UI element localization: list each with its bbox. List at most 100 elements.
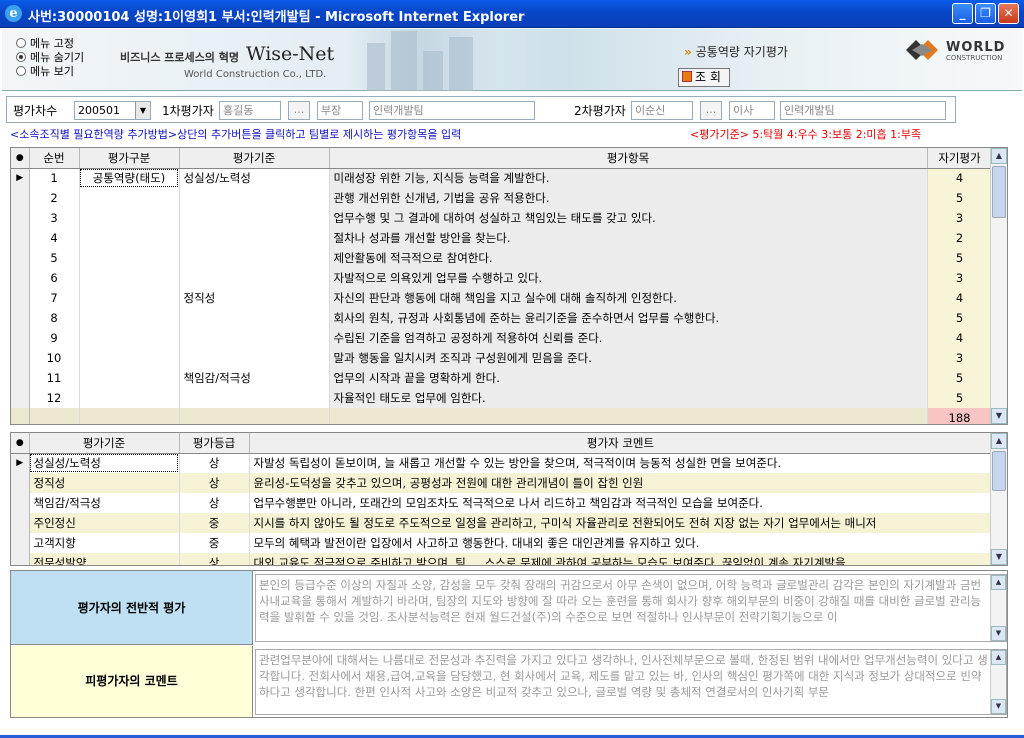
table-row[interactable]: ▶ 1 공통역량(태도) 성실성/노력성 미래성장 위한 기능, 지식등 능력을 계발한… — [11, 168, 993, 188]
cell-score[interactable]: 2 — [927, 228, 993, 248]
scroll-up-icon[interactable]: ▲ — [991, 433, 1007, 449]
cell-type[interactable] — [79, 288, 180, 308]
table-row[interactable]: 11 책임감/적극성 업무의 시작과 끝을 명확하게 한다. 5 — [11, 368, 993, 388]
cell-criterion[interactable] — [179, 388, 330, 408]
cell-item[interactable]: 회사의 원칙, 규정과 사회통념에 준하는 윤리기준을 준수하면서 업무를 수행… — [329, 308, 928, 328]
cell-comment[interactable]: 대외 교육도 적극적으로 준비하고 받으며, 팀 … 스스로 문제에 관하여 공… — [249, 553, 993, 565]
table-row[interactable]: 책임감/적극성 상 업무수행뿐만 아니라, 또래간의 모임조차도 적극적으로 나서 … — [11, 493, 993, 513]
cell-type[interactable] — [79, 328, 180, 348]
cell-score[interactable]: 3 — [927, 268, 993, 288]
cell-no[interactable]: 2 — [29, 188, 80, 208]
scroll-down-icon[interactable]: ▼ — [991, 408, 1007, 424]
cell-item[interactable]: 절차나 성과를 개선할 방안을 찾는다. — [329, 228, 928, 248]
cell-type[interactable] — [79, 368, 180, 388]
scroll-down-icon[interactable]: ▼ — [991, 699, 1006, 714]
cell-item[interactable]: 미래성장 위한 기능, 지식등 능력을 계발한다. — [329, 168, 928, 188]
table-row[interactable]: 8 회사의 원칙, 규정과 사회통념에 준하는 윤리기준을 준수하면서 업무를 수… — [11, 308, 993, 328]
table-row[interactable]: 3 업무수행 및 그 결과에 대하여 성실하고 책임있는 태도를 갖고 있다. 3 — [11, 208, 993, 228]
cell-item[interactable]: 제안활동에 적극적으로 참여한다. — [329, 248, 928, 268]
window-title-bar[interactable]: e 사번:30000104 성명:1이영희1 부서:인력개발팀 - Micros… — [0, 0, 1024, 28]
cell-criterion[interactable]: 성실성/노력성 — [179, 168, 330, 188]
evaluator1-position-field[interactable]: 부장 — [317, 101, 363, 120]
scroll-up-icon[interactable]: ▲ — [991, 148, 1007, 164]
scroll-thumb[interactable] — [992, 451, 1006, 491]
textarea-scrollbar[interactable]: ▲ ▼ — [990, 575, 1006, 641]
cell-no[interactable]: 4 — [29, 228, 80, 248]
cell-criterion[interactable]: 책임감/적극성 — [29, 493, 180, 513]
cell-type[interactable] — [79, 348, 180, 368]
cell-score[interactable]: 4 — [927, 168, 993, 188]
evaluator2-dept-field[interactable]: 인력개발팀 — [780, 101, 946, 120]
header-criterion[interactable]: 평가기준 — [29, 433, 180, 454]
grid1-scrollbar[interactable]: ▲ ▼ — [990, 148, 1007, 424]
cell-no[interactable]: 5 — [29, 248, 80, 268]
cell-no[interactable]: 10 — [29, 348, 80, 368]
cell-score[interactable]: 5 — [927, 388, 993, 408]
cell-score[interactable]: 3 — [927, 348, 993, 368]
cell-criterion[interactable] — [179, 348, 330, 368]
cell-item[interactable]: 업무의 시작과 끝을 명확하게 한다. — [329, 368, 928, 388]
cell-no[interactable]: 12 — [29, 388, 80, 408]
table-row[interactable]: 6 자발적으로 의욕있게 업무를 수행하고 있다. 3 — [11, 268, 993, 288]
cell-item[interactable]: 자신의 판단과 행동에 대해 책임을 지고 실수에 대해 솔직하게 인정한다. — [329, 288, 928, 308]
cell-item[interactable]: 말과 행동을 일치시켜 조직과 구성원에게 믿음을 준다. — [329, 348, 928, 368]
table-row[interactable]: 12 자율적인 태도로 업무에 임한다. 5 — [11, 388, 993, 408]
header-criterion[interactable]: 평가기준 — [179, 148, 330, 169]
cell-item[interactable]: 업무수행 및 그 결과에 대하여 성실하고 책임있는 태도를 갖고 있다. — [329, 208, 928, 228]
header-no[interactable]: 순번 — [29, 148, 80, 169]
scroll-down-icon[interactable]: ▼ — [991, 549, 1007, 565]
cell-grade[interactable]: 중 — [179, 513, 250, 533]
cell-criterion[interactable]: 전문성발양 — [29, 553, 180, 565]
table-row[interactable]: 7 정직성 자신의 판단과 행동에 대해 책임을 지고 실수에 대해 솔직하게 인정… — [11, 288, 993, 308]
period-select[interactable]: 200501 ▼ — [74, 101, 151, 120]
table-row[interactable]: 5 제안활동에 적극적으로 참여한다. 5 — [11, 248, 993, 268]
cell-type[interactable] — [79, 228, 180, 248]
cell-score[interactable]: 5 — [927, 368, 993, 388]
cell-type[interactable]: 공통역량(태도) — [79, 168, 180, 188]
header-comment[interactable]: 평가자 코멘트 — [249, 433, 993, 454]
inquire-button[interactable]: 조 회 — [678, 68, 730, 87]
table-row[interactable]: 4 절차나 성과를 개선할 방안을 찾는다. 2 — [11, 228, 993, 248]
table-row[interactable]: 정직성 상 윤리성-도덕성을 갖추고 있으며, 공평성과 전원에 대한 관리개념이 … — [11, 473, 993, 493]
cell-criterion[interactable] — [179, 188, 330, 208]
cell-criterion[interactable]: 성실성/노력성 — [29, 453, 180, 473]
table-row[interactable]: 9 수립된 기준을 엄격하고 공정하게 적용하여 신뢰를 준다. 4 — [11, 328, 993, 348]
cell-item[interactable]: 자율적인 태도로 업무에 임한다. — [329, 388, 928, 408]
self-comment-textarea[interactable]: 관련업무분야에 대해서는 나름대로 전문성과 추진력을 가지고 있다고 생각하나… — [255, 649, 1007, 715]
cell-criterion[interactable] — [179, 248, 330, 268]
cell-criterion[interactable] — [179, 268, 330, 288]
menu-show-radio[interactable]: 메뉴 보기 — [16, 63, 74, 79]
header-type[interactable]: 평가구분 — [79, 148, 180, 169]
cell-grade[interactable]: 상 — [179, 453, 250, 473]
cell-criterion[interactable]: 정직성 — [179, 288, 330, 308]
header-item[interactable]: 평가항목 — [329, 148, 928, 169]
cell-no[interactable]: 7 — [29, 288, 80, 308]
overall-eval-textarea[interactable]: 본인의 등급수준 이상의 자질과 소양, 감성을 모두 갖춰 장래의 귀감으로서… — [255, 574, 1007, 642]
cell-comment[interactable]: 자발성 독립성이 돋보이며, 늘 새롭고 개선할 수 있는 방안을 찾으며, 적… — [249, 453, 993, 473]
table-row[interactable]: ▶ 성실성/노력성 상 자발성 독립성이 돋보이며, 늘 새롭고 개선할 수 있는 방… — [11, 453, 993, 473]
evaluator2-name-field[interactable]: 이순신 — [631, 101, 693, 120]
cell-type[interactable] — [79, 248, 180, 268]
cell-item[interactable]: 수립된 기준을 엄격하고 공정하게 적용하여 신뢰를 준다. — [329, 328, 928, 348]
cell-score[interactable]: 5 — [927, 248, 993, 268]
header-grade[interactable]: 평가등급 — [179, 433, 250, 454]
cell-no[interactable]: 1 — [29, 168, 80, 188]
cell-type[interactable] — [79, 188, 180, 208]
table-row[interactable]: 10 말과 행동을 일치시켜 조직과 구성원에게 믿음을 준다. 3 — [11, 348, 993, 368]
cell-item[interactable]: 자발적으로 의욕있게 업무를 수행하고 있다. — [329, 268, 928, 288]
cell-no[interactable]: 9 — [29, 328, 80, 348]
cell-item[interactable]: 관행 개선위한 신개념, 기법을 공유 적용한다. — [329, 188, 928, 208]
cell-grade[interactable]: 중 — [179, 533, 250, 553]
scroll-up-icon[interactable]: ▲ — [991, 575, 1006, 590]
cell-criterion[interactable]: 책임감/적극성 — [179, 368, 330, 388]
cell-type[interactable] — [79, 268, 180, 288]
cell-score[interactable]: 4 — [927, 328, 993, 348]
evaluator2-position-field[interactable]: 이사 — [729, 101, 775, 120]
scroll-up-icon[interactable]: ▲ — [991, 650, 1006, 665]
cell-criterion[interactable] — [179, 228, 330, 248]
cell-criterion[interactable]: 정직성 — [29, 473, 180, 493]
restore-button[interactable]: ❐ — [975, 3, 996, 24]
cell-no[interactable]: 11 — [29, 368, 80, 388]
evaluator1-search-button[interactable]: ... — [288, 101, 310, 120]
evaluator1-dept-field[interactable]: 인력개발팀 — [369, 101, 535, 120]
